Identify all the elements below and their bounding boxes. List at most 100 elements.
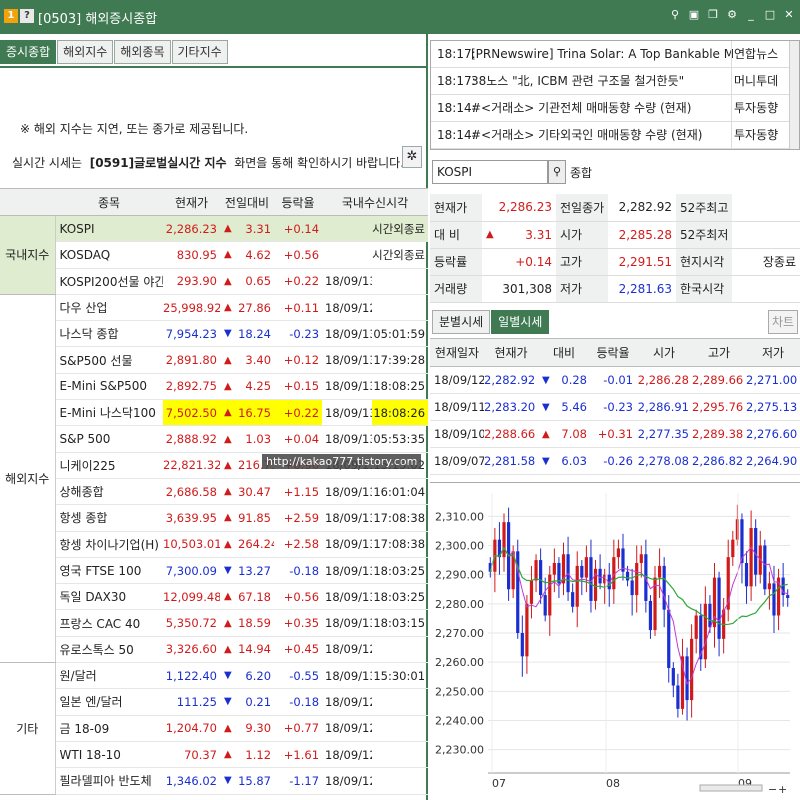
news-title: #<거래소> 기타외국인 매매동향 수량 (현재) [471,128,703,142]
news-item[interactable]: 18:17: 38노스 "北, ICBM 관련 구조물 철거한듯" 머니투데 [431,68,799,95]
candle-body [552,563,556,575]
table-row[interactable]: 필라델피아 반도체 1,346.02 ▼ 15.87 -1.17 18/09/12 [0,767,429,795]
table-row[interactable]: 일본 엔/달러 111.25 ▼ 0.21 -0.18 18/09/12 [0,688,429,716]
tab-minute-quote[interactable]: 분별시세 [432,310,491,334]
candle-body [744,563,749,587]
row-change: 67.18 [238,583,275,611]
daily-header-change[interactable]: 대비 [538,338,590,367]
header-received-time[interactable]: 국내수신시각 [322,188,429,216]
daily-header-open[interactable]: 시가 [636,338,692,367]
candle-body [616,548,621,558]
table-row[interactable]: S&P500 선물 2,891.80 ▲ 3.40 +0.12 18/09/13 17:39… [0,346,429,374]
table-row[interactable]: 국내지수 KOSPI 2,286.23 ▲ 3.31 +0.14 시간외종료 [0,215,429,295]
tab-market-summary[interactable]: 증시종합 [0,40,57,64]
daily-header-date[interactable]: 현재일자 [430,338,484,367]
row-rate: -0.18 [274,688,323,716]
candle-body [662,565,666,610]
header-name[interactable]: 종목 [55,188,163,216]
minimize-icon[interactable]: _ [744,8,758,22]
table-row[interactable]: E-Mini 나스닥100 7,502.50 ▲ 16.75 +0.22 18/09/13… [0,399,429,427]
news-scrollbar[interactable] [789,41,799,149]
header-change[interactable]: 전일대비 [220,188,275,216]
close-icon[interactable]: ✕ [782,8,796,22]
candle-body [667,609,671,668]
table-row[interactable]: 유로스톡스 50 3,326.60 ▲ 14.94 +0.45 18/09/12 [0,636,429,664]
tab-daily-quote[interactable]: 일별시세 [491,310,550,334]
maximize-icon[interactable]: □ [763,8,777,22]
copy-icon[interactable]: ❐ [706,8,720,22]
table-row[interactable]: 항셍 차이나기업(H)10,503.01▲264.24+2.5818/09/13… [0,531,429,558]
search-button[interactable]: ⚲ [548,160,566,184]
daily-header-high[interactable]: 고가 [692,338,746,367]
row-change: 0.21 [238,688,275,716]
table-row[interactable]: 독일 DAX30 12,099.48 ▲ 67.18 +0.56 18/09/13 18:0… [0,583,429,611]
table-row[interactable]: E-Mini S&P500 2,892.75 ▲ 4.25 +0.15 18/09/13 1… [0,373,429,401]
table-row[interactable]: KOSPI200선물 야간 293.90 ▲ 0.65 +0.22 18/09/13 [0,268,429,295]
tab-overseas-index[interactable]: 해외지수 [57,40,114,64]
daily-header-low[interactable]: 저가 [746,338,800,367]
quote-value: 2,281.63 [608,275,676,303]
row-name: 원/달러 [55,662,163,690]
candlestick-chart[interactable]: 2,310.00 2,300.00 2,290.00 2,280.00 2,270.00… [430,482,800,800]
help-badge[interactable]: ? [20,9,34,23]
table-row[interactable]: 해외지수 다우 산업 25,998.92 ▲ 27.86 +0.11 18/09/12 [0,294,429,664]
daily-header-price[interactable]: 현재가 [484,338,538,367]
search-input[interactable]: KOSPI [432,160,548,184]
daily-price: 2,282.92 [484,366,538,394]
row-time [372,715,429,742]
row-name: 금 18-09 [55,715,163,742]
y-tick-label: 2,290.00 [435,569,484,582]
daily-date: 18/09/10 [430,420,484,448]
candle-body [786,595,790,598]
table-row[interactable]: 항셍 종합 3,639.95 ▲ 91.85 +2.59 18/09/13 17:08:38 [0,504,429,532]
tab-other-index[interactable]: 기타지수 [171,40,228,64]
news-time: 18:14: [437,128,476,142]
notice-post: 화면을 통해 확인하시기 바랍니다. [234,156,405,170]
row-rate: +0.12 [274,346,323,374]
row-change: 1.03 [238,425,275,453]
candle-body [767,583,772,590]
table-row[interactable]: 18/09/12 2,282.92 ▼ 0.28 -0.01 2,286.28 2,289.… [430,366,800,394]
table-row[interactable]: 상해종합 2,686.58 ▲ 30.47 +1.15 18/09/13 16:01:04 [0,478,429,506]
header-rate[interactable]: 등락율 [274,188,323,216]
link-icon[interactable]: ⚲ [668,8,682,22]
x-tick-label: 08 [606,777,620,790]
up-arrow-icon: ▲ [220,268,238,295]
daily-header-rate[interactable]: 등락율 [590,338,636,367]
table-row[interactable]: 기타 원/달러 1,122.40 ▼ 6.20 -0.55 18/09/13 15:30:01 [0,662,429,795]
table-row[interactable]: S&P 500 2,888.92 ▲ 1.03 +0.04 18/09/13 05:53:3… [0,425,429,453]
row-date: 18/09/12 [322,294,373,322]
row-change: 30.47 [238,478,275,506]
news-item[interactable]: 18:14: #<거래소> 기관전체 매매동향 수량 (현재) 투자동향 [431,95,799,122]
table-row[interactable]: 나스닥 종합 7,954.23 ▼ 18.24 -0.23 18/09/13 05:01:5… [0,320,429,348]
settings-icon[interactable]: ⚙ [725,8,739,22]
notice-line-1: ※ 해외 지수는 지연, 또는 종가로 제공됩니다. [20,122,249,136]
chart-button[interactable]: 차트 [768,310,798,334]
quote-label: 전일종가 [556,194,608,222]
row-price: 2,891.80 [163,346,220,374]
header-price[interactable]: 현재가 [163,188,220,216]
row-price: 2,286.23 [163,215,220,243]
table-row[interactable]: 영국 FTSE 100 7,300.09 ▼ 13.27 -0.18 18/09/13 18… [0,557,429,585]
table-row[interactable]: KOSDAQ 830.95 ▲ 4.62 +0.56 시간외종료 [0,241,429,269]
row-price: 70.37 [163,741,220,769]
row-rate: +0.22 [274,399,323,427]
row-price: 10,503.01 [163,531,220,558]
news-item[interactable]: 18:17: [PRNewswire] Trina Solar: A Top Ba… [431,41,799,68]
news-item[interactable]: 18:14: #<거래소> 기타외국인 매매동향 수량 (현재) 투자동향 [431,122,799,149]
table-row[interactable]: 프랑스 CAC 40 5,350.72 ▲ 18.59 +0.35 18/09/13 18:… [0,609,429,637]
table-row[interactable]: 금 18-09 1,204.70 ▲ 9.30 +0.77 18/09/12 [0,715,429,742]
table-row[interactable]: 18/09/11 2,283.20 ▼ 5.46 -0.23 2,286.91 2,295.… [430,393,800,421]
print-icon[interactable]: ▣ [687,8,701,22]
candle-body [502,522,506,558]
window-number-badge[interactable]: 1 [4,9,18,23]
row-price: 1,122.40 [163,662,220,690]
tab-overseas-stocks[interactable]: 해외종목 [114,40,171,64]
row-time [372,767,429,795]
down-arrow-icon: ▼ [220,662,238,690]
table-row[interactable]: WTI 18-10 70.37 ▲ 1.12 +1.61 18/09/12 [0,741,429,769]
table-row[interactable]: 18/09/10 2,288.66 ▲ 7.08 +0.31 2,277.35 2,289.… [430,420,800,448]
row-rate: +0.14 [274,215,323,243]
settings-button[interactable]: ✲ [402,146,422,168]
table-row[interactable]: 18/09/07 2,281.58 ▼ 6.03 -0.26 2,278.08 2,286.… [430,447,800,475]
